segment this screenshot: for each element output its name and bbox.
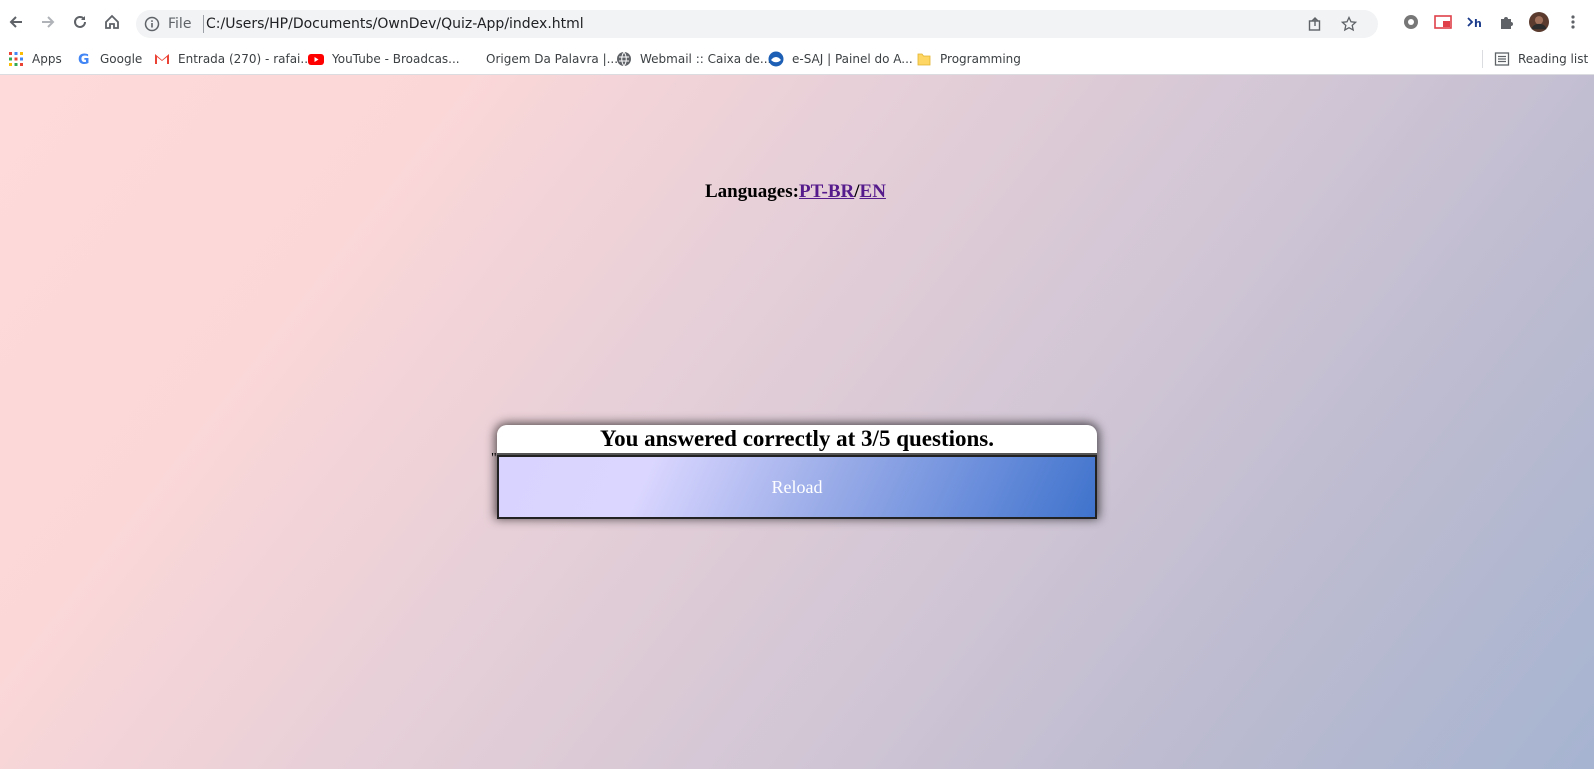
bookmark-gmail[interactable]: Entrada (270) - rafai... [154,50,312,68]
reading-list-button[interactable]: Reading list [1494,50,1588,68]
youtube-icon [308,51,324,67]
browser-window: File C:/Users/HP/Documents/OwnDev/Quiz-A… [0,0,1594,769]
extensions-puzzle-icon[interactable] [1497,12,1517,32]
reload-button[interactable]: Reload [497,455,1097,519]
bookmark-label: Webmail :: Caixa de... [640,52,772,66]
menu-kebab-icon[interactable] [1563,12,1583,32]
site-info-icon[interactable] [144,16,160,32]
home-icon[interactable] [100,10,124,34]
url-text[interactable]: C:/Users/HP/Documents/OwnDev/Quiz-App/in… [206,16,584,32]
google-icon: G [76,51,92,68]
bookmark-label: YouTube - Broadcas... [332,52,460,66]
bookmark-label: Origem Da Palavra |... [486,52,619,66]
gmail-icon [154,51,170,67]
svg-text:G: G [78,52,90,67]
languages-label: Languages: [705,181,799,202]
bookmark-label: Entrada (270) - rafai... [178,52,312,66]
lang-en-link[interactable]: EN [860,181,886,202]
bookmarks-bar: Apps G Google Entrada (270) - rafai... Y… [0,44,1594,75]
profile-avatar[interactable] [1529,12,1549,32]
result-message: You answered correctly at 3/5 questions. [497,425,1097,455]
back-icon[interactable] [4,10,28,34]
svg-text:h: h [1474,17,1482,30]
bookmark-label: Apps [32,52,62,66]
extension-gear-icon[interactable] [1401,12,1421,32]
quiz-page: Languages:PT-BR/EN " You answered correc… [0,75,1594,769]
reload-icon[interactable] [68,10,92,34]
esaj-icon [768,51,784,67]
bookmark-apps[interactable]: Apps [8,50,62,68]
terminal-extension-icon[interactable]: h [1465,12,1485,32]
bookmark-webmail[interactable]: Webmail :: Caixa de... [616,50,771,68]
address-bar[interactable]: File C:/Users/HP/Documents/OwnDev/Quiz-A… [136,10,1378,38]
apps-grid-icon [8,51,24,67]
reading-list-label: Reading list [1518,52,1589,66]
bookmark-star-icon[interactable] [1340,15,1358,33]
bookmarks-divider [1482,50,1483,68]
scheme-label: File [168,16,192,32]
share-icon[interactable] [1306,15,1324,33]
folder-icon [916,51,932,67]
reading-list-icon [1494,51,1510,67]
bookmark-google[interactable]: G Google [76,50,142,68]
bookmark-label: Google [100,52,143,66]
stray-quote-mark: " [491,451,497,466]
browser-toolbar: File C:/Users/HP/Documents/OwnDev/Quiz-A… [0,0,1594,44]
bookmark-label: Programming [940,52,1021,66]
bookmark-youtube[interactable]: YouTube - Broadcas... [308,50,460,68]
result-panel: You answered correctly at 3/5 questions.… [497,425,1097,519]
picture-in-picture-icon[interactable] [1433,12,1453,32]
language-selector: Languages:PT-BR/EN [705,181,886,203]
omnibox-divider [203,15,204,33]
forward-icon[interactable] [36,10,60,34]
bookmark-origem-da-palavra[interactable]: Origem Da Palavra |... [486,50,618,68]
bookmark-folder-programming[interactable]: Programming [916,50,1021,68]
bookmark-label: e-SAJ | Painel do A... [792,52,913,66]
lang-pt-br-link[interactable]: PT-BR [799,181,854,202]
bookmark-esaj[interactable]: e-SAJ | Painel do A... [768,50,913,68]
globe-icon [616,51,632,67]
